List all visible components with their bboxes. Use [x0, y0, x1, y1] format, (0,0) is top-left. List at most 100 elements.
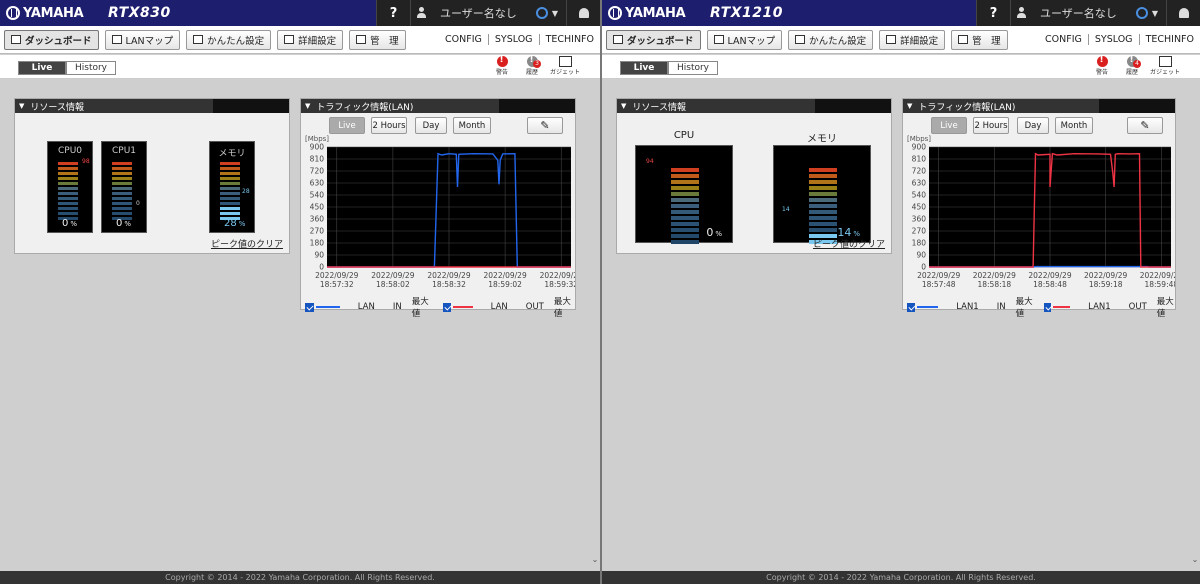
toolbar-easy-setup-button[interactable]: かんたん設定: [788, 29, 874, 50]
collapse-icon: ▼: [305, 102, 311, 110]
main-toolbar: ダッシュボード LANマップ かんたん設定 詳細設定 管 理 CONFIG SYSLOG TE…: [0, 26, 600, 54]
peak-clear-link[interactable]: ピーク値のクリア: [813, 237, 885, 250]
tab-live[interactable]: Live: [620, 61, 668, 75]
meter-bars: [809, 168, 837, 246]
user-menu[interactable]: ユーザー名なし ▼: [1010, 0, 1166, 26]
help-button[interactable]: ?: [976, 0, 1010, 26]
meter-segment: [112, 187, 132, 190]
meter-segment: [809, 210, 837, 214]
range-live-button[interactable]: Live: [329, 117, 365, 134]
legend-checkbox[interactable]: [907, 302, 916, 312]
traffic-panel-header[interactable]: ▼ トラフィック情報(LAN): [301, 99, 575, 113]
meter-1: メモリ 14 14%: [773, 134, 871, 246]
range-live-button[interactable]: Live: [931, 117, 967, 134]
legend-item-1[interactable]: LAN1 OUT 最大値: [1044, 295, 1175, 319]
edit-button[interactable]: ✎: [527, 117, 563, 134]
toolbar-lan-map-button[interactable]: LANマップ: [104, 29, 181, 50]
advanced-setup-label: 詳細設定: [900, 35, 939, 47]
range-day-button[interactable]: Day: [1017, 117, 1049, 134]
legend-item-0[interactable]: LAN IN 最大値: [305, 295, 437, 319]
toolbar-management-button[interactable]: 管 理: [951, 29, 1008, 50]
lan-map-label: LANマップ: [727, 35, 776, 47]
help-button[interactable]: ?: [376, 0, 410, 26]
meter-value: 0%: [62, 218, 88, 229]
toolbar-lan-map-button[interactable]: LANマップ: [706, 29, 783, 50]
advanced-setup-label: 詳細設定: [298, 35, 337, 47]
warning-status[interactable]: 警告: [496, 55, 508, 76]
easy-setup-label: かんたん設定: [207, 35, 265, 47]
notification-button[interactable]: [566, 0, 600, 26]
history-status[interactable]: 4履歴: [1126, 55, 1141, 76]
toolbar-advanced-setup-button[interactable]: 詳細設定: [277, 29, 344, 50]
user-menu[interactable]: ユーザー名なし ▼: [410, 0, 566, 26]
tab-history[interactable]: History: [66, 61, 116, 75]
resource-panel-header[interactable]: ▼ リソース情報: [15, 99, 289, 113]
y-tick-label: 900: [912, 143, 927, 152]
view-subbar: LiveHistory 警告 4履歴ガジェット: [602, 55, 1200, 79]
meter-value-number: 0: [62, 218, 69, 229]
tab-live[interactable]: Live: [18, 61, 66, 75]
brand-name: YAMAHA: [625, 5, 686, 21]
meter-segment: [58, 212, 78, 215]
dashboard-label: ダッシュボード: [627, 35, 694, 47]
scroll-down-icon[interactable]: ⌄: [590, 555, 600, 571]
legend-item-0[interactable]: LAN1 IN 最大値: [907, 295, 1038, 319]
meter-peak-value: 94: [646, 158, 654, 165]
link-config[interactable]: CONFIG: [439, 34, 488, 45]
range-day-button[interactable]: Day: [415, 117, 447, 134]
resource-title: リソース情報: [30, 102, 84, 113]
toolbar-management-button[interactable]: 管 理: [349, 29, 406, 50]
meter-segment: [809, 228, 837, 232]
meter-value-number: 0: [706, 226, 714, 239]
peak-clear-link[interactable]: ピーク値のクリア: [211, 237, 283, 250]
x-tick-label: 18:59:02: [488, 280, 522, 289]
traffic-panel-header[interactable]: ▼ トラフィック情報(LAN): [903, 99, 1175, 113]
range-2-hours-button[interactable]: 2 Hours: [973, 117, 1009, 134]
toolbar-dashboard-button[interactable]: ダッシュボード: [606, 29, 701, 50]
gadget-button[interactable]: ガジェット: [1150, 55, 1180, 76]
y-tick-label: 540: [310, 191, 325, 200]
link-config[interactable]: CONFIG: [1039, 34, 1088, 45]
meter-segment: [220, 162, 240, 165]
toolbar-dashboard-button[interactable]: ダッシュボード: [4, 29, 99, 50]
gadget-button[interactable]: ガジェット: [550, 55, 580, 76]
y-tick-label: 630: [310, 179, 325, 188]
x-tick-label: 2022/09/29: [371, 271, 414, 280]
warning-icon: [496, 55, 508, 67]
y-tick-label: 180: [310, 239, 325, 248]
range-month-button[interactable]: Month: [453, 117, 491, 134]
toolbar-advanced-setup-button[interactable]: 詳細設定: [879, 29, 946, 50]
legend-checkbox[interactable]: [305, 302, 314, 312]
warning-status[interactable]: 警告: [1096, 55, 1108, 76]
notification-button[interactable]: [1166, 0, 1200, 26]
legend-item-1[interactable]: LAN OUT 最大値: [443, 295, 575, 319]
resource-panel-header[interactable]: ▼ リソース情報: [617, 99, 891, 113]
edit-button[interactable]: ✎: [1127, 117, 1163, 134]
scroll-down-icon[interactable]: ⌄: [1190, 555, 1200, 571]
history-status[interactable]: 3履歴: [526, 55, 541, 76]
x-tick-label: 2022/09/29: [917, 271, 960, 280]
link-syslog[interactable]: SYSLOG: [1087, 34, 1139, 45]
link-techinfo[interactable]: TECHINFO: [538, 34, 600, 45]
model-name: RTX830: [108, 5, 171, 21]
x-tick-label: 18:58:32: [432, 280, 466, 289]
meter-segment: [809, 222, 837, 226]
warning-label: 警告: [496, 69, 509, 76]
model-name: RTX1210: [710, 5, 783, 21]
legend-direction: OUT: [1128, 302, 1147, 312]
meter-segment: [671, 168, 699, 172]
tab-history[interactable]: History: [668, 61, 718, 75]
history-badge: 4: [1133, 60, 1141, 68]
legend-checkbox[interactable]: [443, 302, 451, 312]
bell-icon: [578, 8, 589, 18]
toolbar-easy-setup-button[interactable]: かんたん設定: [186, 29, 272, 50]
range-2-hours-button[interactable]: 2 Hours: [371, 117, 407, 134]
meter-segment: [671, 192, 699, 196]
range-month-button[interactable]: Month: [1055, 117, 1093, 134]
link-techinfo[interactable]: TECHINFO: [1138, 34, 1200, 45]
link-syslog[interactable]: SYSLOG: [487, 34, 539, 45]
meter-0: CPU0 98 0%: [47, 141, 93, 233]
legend-checkbox[interactable]: [1044, 302, 1051, 312]
resource-panel: ▼ リソース情報 CPU0 98 0% CPU1 0 0% メモリ 28 28% ピーク値のクリア: [14, 98, 290, 254]
legend-max-label: 最大値: [553, 297, 571, 319]
